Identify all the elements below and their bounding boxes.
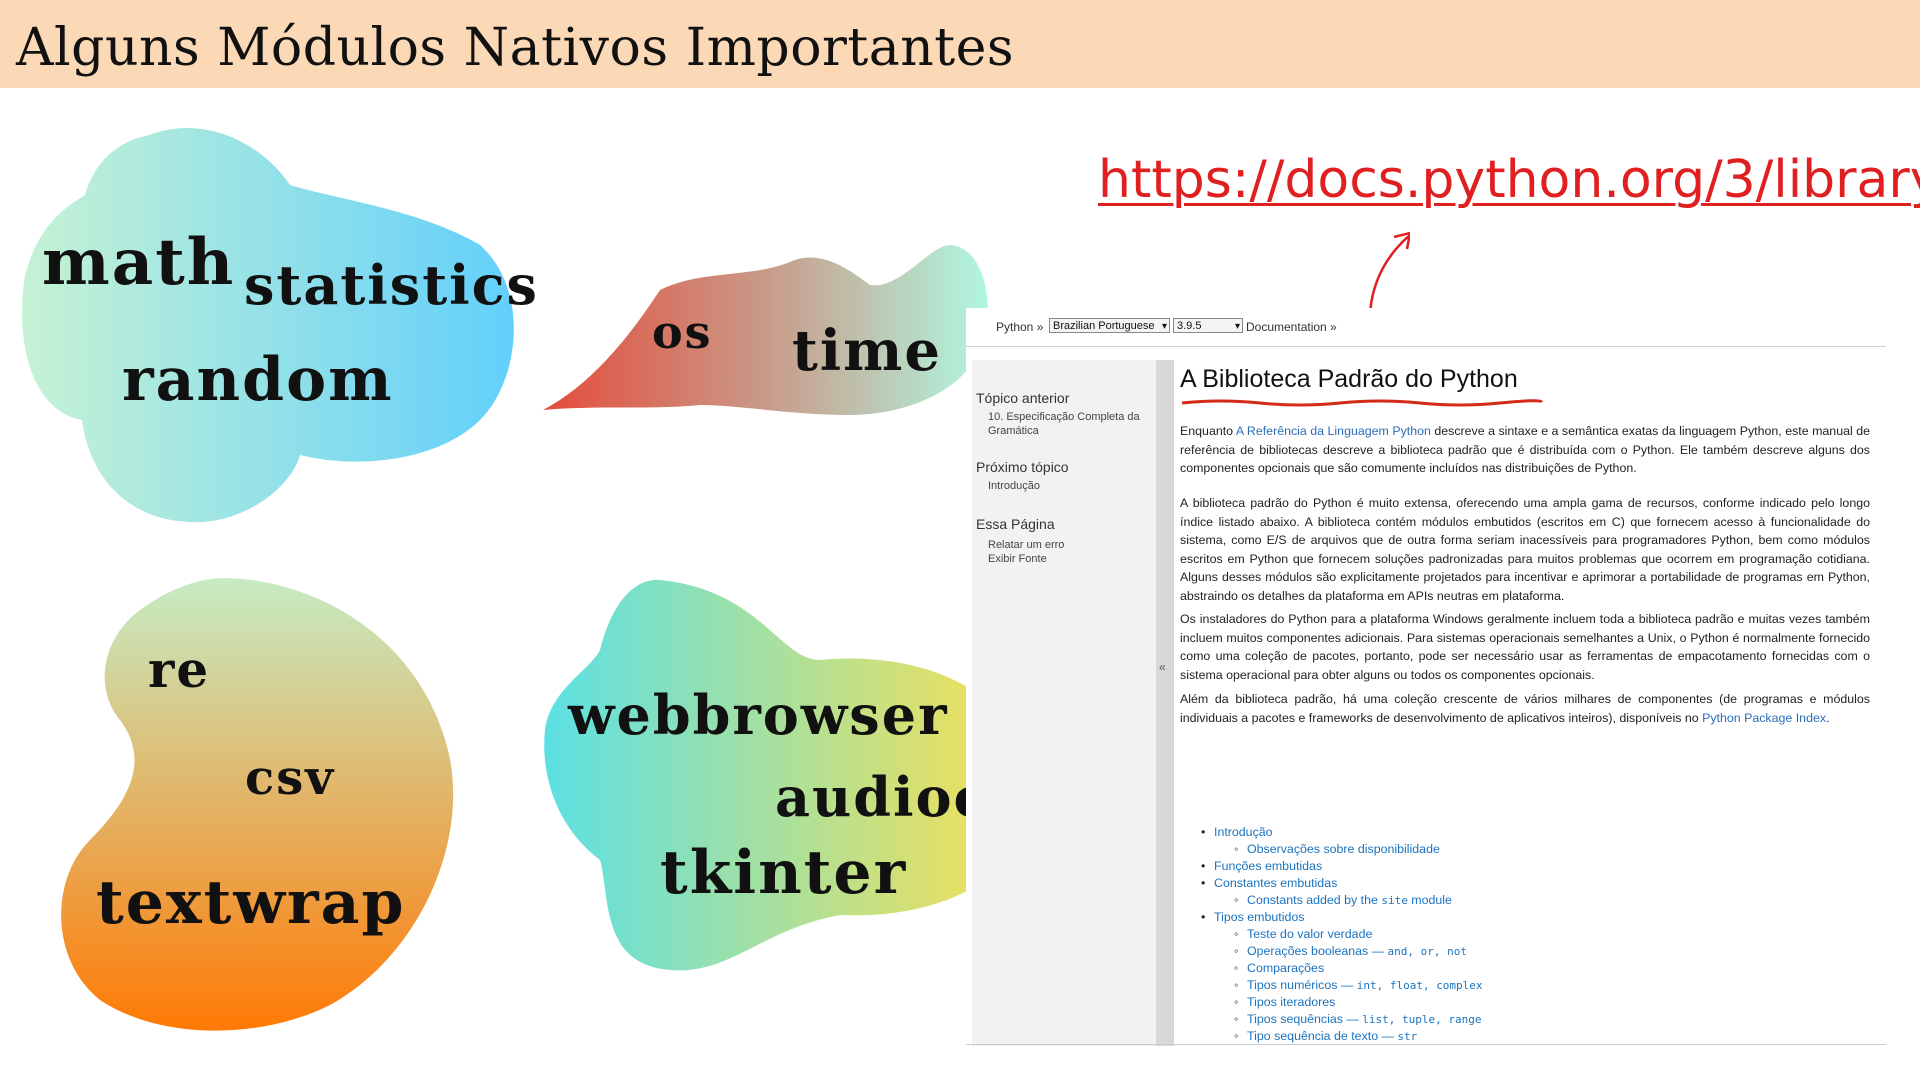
docs-url-link[interactable]: https://docs.python.org/3/library/ bbox=[1098, 150, 1920, 210]
toc-code: str bbox=[1397, 1030, 1418, 1043]
paragraph-3: Os instaladores do Python para a platafo… bbox=[1180, 612, 1870, 682]
module-random: random bbox=[122, 345, 394, 415]
module-tkinter: tkinter bbox=[660, 838, 908, 908]
breadcrumb-python[interactable]: Python » bbox=[996, 320, 1043, 334]
sidebar-collapse-button[interactable]: « bbox=[1156, 360, 1174, 1046]
toc-subitem[interactable]: Tipos numéricos — int, float, complex bbox=[1234, 977, 1483, 994]
p1-text-a: Enquanto bbox=[1180, 424, 1236, 438]
package-index-link[interactable]: Python Package Index bbox=[1702, 711, 1826, 725]
breadcrumb-documentation[interactable]: Documentation » bbox=[1246, 320, 1337, 334]
toc-subitem[interactable]: Tipo sequência de texto — str bbox=[1234, 1028, 1418, 1045]
toc-item[interactable]: Constantes embutidas bbox=[1201, 875, 1337, 892]
toc-item[interactable]: Introdução bbox=[1201, 824, 1272, 841]
version-select[interactable]: 3.9.5 bbox=[1173, 318, 1243, 334]
p4-text-b: . bbox=[1826, 710, 1830, 725]
paragraph-1: Enquanto A Referência da Linguagem Pytho… bbox=[1180, 422, 1870, 478]
toc-text: Constants added by the bbox=[1247, 893, 1382, 907]
module-math: math bbox=[42, 225, 236, 300]
toc-code: and, or, not bbox=[1387, 945, 1467, 958]
docs-breadcrumb-bar: Python » Brazilian Portuguese 3.9.5 Docu… bbox=[966, 308, 1886, 347]
report-bug-link[interactable]: Relatar um erro bbox=[988, 538, 1064, 552]
toc-text: module bbox=[1407, 893, 1452, 907]
toc-code: int, float, complex bbox=[1356, 979, 1483, 992]
prev-topic-heading: Tópico anterior bbox=[976, 390, 1070, 406]
toc-subitem[interactable]: Constants added by the site module bbox=[1234, 892, 1452, 909]
show-source-link[interactable]: Exibir Fonte bbox=[988, 552, 1047, 566]
next-topic-heading: Próximo tópico bbox=[976, 459, 1069, 475]
toc-item[interactable]: Tipos embutidos bbox=[1201, 909, 1305, 926]
toc-text: Tipos sequências — bbox=[1247, 1012, 1363, 1026]
docs-screenshot: Python » Brazilian Portuguese 3.9.5 Docu… bbox=[966, 308, 1886, 1048]
next-topic-link[interactable]: Introdução bbox=[988, 479, 1040, 493]
toc-item[interactable]: Funções embutidas bbox=[1201, 858, 1322, 875]
docs-bottom-border bbox=[966, 1044, 1886, 1048]
toc-subitem[interactable]: Tipos iteradores bbox=[1234, 994, 1335, 1011]
paragraph-2: A biblioteca padrão do Python é muito ex… bbox=[1180, 496, 1870, 603]
collapse-icon: « bbox=[1159, 660, 1166, 674]
module-statistics: statistics bbox=[244, 253, 539, 317]
language-select[interactable]: Brazilian Portuguese bbox=[1049, 318, 1170, 334]
toc-text: Tipo sequência de texto — bbox=[1247, 1029, 1398, 1043]
module-textwrap: textwrap bbox=[96, 868, 406, 938]
toc-subitem[interactable]: Teste do valor verdade bbox=[1234, 926, 1372, 943]
toc-subitem[interactable]: Observações sobre disponibilidade bbox=[1234, 841, 1440, 858]
module-os: os bbox=[652, 305, 713, 359]
toc-subitem[interactable]: Comparações bbox=[1234, 960, 1324, 977]
toc-subitem[interactable]: Operações booleanas — and, or, not bbox=[1234, 943, 1467, 960]
toc-code: site bbox=[1381, 894, 1408, 907]
docs-sidebar: Tópico anterior 10. Especificação Comple… bbox=[972, 360, 1162, 1046]
toc-subitem[interactable]: Tipos sequências — list, tuple, range bbox=[1234, 1011, 1482, 1028]
prev-topic-link[interactable]: 10. Especificação Completa da Gramática bbox=[988, 410, 1148, 438]
toc-text: Operações booleanas — bbox=[1247, 944, 1388, 958]
language-reference-link[interactable]: A Referência da Linguagem Python bbox=[1236, 424, 1431, 438]
module-time: time bbox=[792, 318, 943, 384]
module-webbrowser: webbrowser bbox=[568, 683, 949, 747]
title-underline bbox=[1181, 399, 1544, 407]
blob-shape-1 bbox=[22, 128, 514, 523]
this-page-heading: Essa Página bbox=[976, 516, 1055, 532]
paragraph-4: Além da biblioteca padrão, há uma coleçã… bbox=[1180, 690, 1870, 727]
module-re: re bbox=[148, 640, 211, 699]
toc-text: Tipos numéricos — bbox=[1247, 978, 1357, 992]
module-csv: csv bbox=[245, 750, 336, 806]
docs-page-title: A Biblioteca Padrão do Python bbox=[1180, 365, 1518, 393]
toc-code: list, tuple, range bbox=[1362, 1013, 1482, 1026]
